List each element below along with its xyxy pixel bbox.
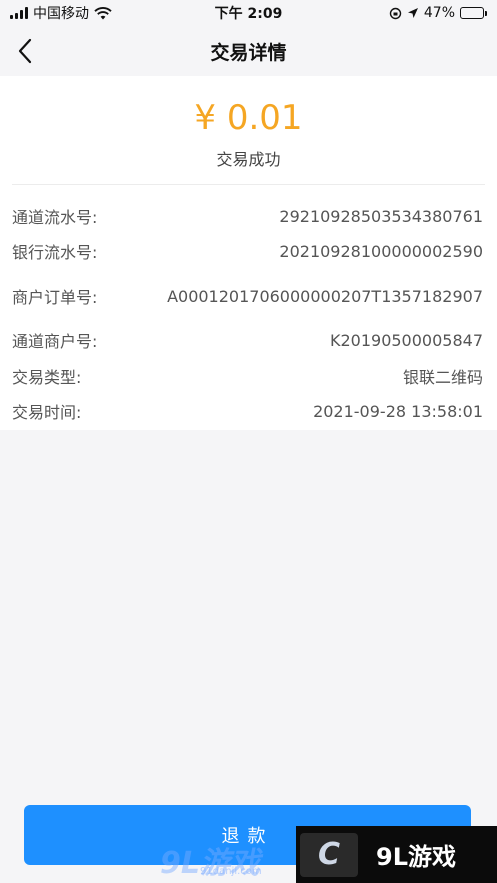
- watermark-logo: C 9L游戏: [296, 826, 497, 883]
- location-arrow-icon: [407, 8, 418, 18]
- chevron-left-icon: [18, 38, 32, 64]
- detail-value: 29210928503534380761: [279, 206, 483, 226]
- detail-value: A0001201706000000207T1357182907: [167, 286, 483, 306]
- transaction-status: 交易成功: [216, 150, 281, 169]
- detail-label: 商户订单号:: [12, 288, 98, 307]
- nav-bar: 交易详情: [0, 26, 497, 76]
- page-title: 交易详情: [210, 41, 287, 64]
- detail-value: 2021-09-28 13:58:01: [313, 401, 483, 421]
- detail-label: 通道流水号:: [12, 208, 98, 227]
- detail-row-transaction-time: 交易时间: 2021-09-28 13:58:01: [12, 399, 483, 423]
- detail-label: 银行流水号:: [12, 243, 98, 262]
- battery-percent: 47%: [423, 5, 455, 21]
- detail-row-merchant-order: 商户订单号: A0001201706000000207T1357182907: [12, 284, 483, 308]
- detail-row-channel-serial: 通道流水号: 29210928503534380761: [12, 204, 483, 228]
- detail-value: 20210928100000002590: [279, 241, 483, 261]
- watermark-letter: C: [300, 832, 358, 877]
- detail-label: 通道商户号:: [12, 332, 98, 351]
- status-left: 中国移动: [10, 3, 112, 23]
- cellular-signal-icon: [10, 7, 28, 19]
- detail-value: 银联二维码: [402, 368, 483, 387]
- watermark-text: 9L游戏: [376, 843, 456, 871]
- detail-row-channel-merchant: 通道商户号: K20190500005847: [12, 328, 483, 352]
- battery-icon: [460, 7, 487, 19]
- transaction-amount: ¥ 0.01: [194, 98, 303, 138]
- divider: [12, 184, 485, 185]
- back-button[interactable]: [12, 38, 38, 64]
- status-bar: 中国移动 下午 2:09 47%: [0, 0, 497, 26]
- detail-label: 交易类型:: [12, 368, 82, 387]
- transaction-card: ¥ 0.01 交易成功 通道流水号: 29210928503534380761 …: [0, 76, 497, 430]
- orientation-lock-icon: [389, 7, 402, 19]
- detail-value: K20190500005847: [329, 330, 483, 350]
- detail-row-transaction-type: 交易类型: 银联二维码: [12, 364, 483, 388]
- detail-row-bank-serial: 银行流水号: 20210928100000002590: [12, 239, 483, 263]
- screen: 中国移动 下午 2:09 47% 交易详情 ¥ 0.01 交易成功 通道流水号:…: [0, 0, 497, 883]
- carrier-name: 中国移动: [33, 6, 89, 22]
- wifi-icon: [94, 6, 112, 19]
- detail-label: 交易时间:: [12, 403, 82, 422]
- status-right: 47%: [389, 5, 487, 21]
- watermark-faint-url: 91danji.com: [200, 866, 262, 877]
